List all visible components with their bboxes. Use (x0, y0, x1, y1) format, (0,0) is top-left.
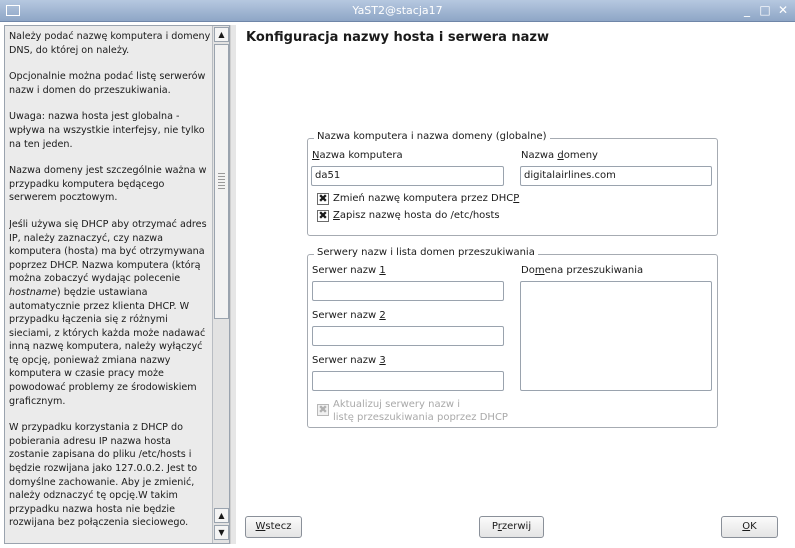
back-button[interactable]: Wstecz (245, 516, 302, 538)
scroll-down-icon[interactable]: ▼ (214, 525, 229, 540)
abort-button[interactable]: Przerwij (479, 516, 544, 538)
write-hosts-label: Zapisz nazwę hosta do /etc/hosts (333, 210, 500, 221)
update-dns-dhcp-checkbox[interactable]: ✖ (317, 404, 329, 416)
close-icon[interactable]: ✕ (776, 3, 790, 17)
maximize-icon[interactable]: □ (758, 3, 772, 17)
help-paragraph: Uwaga: nazwa hosta jest globalna - wpływ… (9, 111, 205, 150)
search-domain-label: Domena przeszukiwania (521, 265, 644, 276)
help-panel: Należy podać nazwę komputera i domeny DN… (4, 25, 230, 544)
help-paragraph-dhcp: Jeśli używa się DHCP aby otrzymać adres … (9, 218, 207, 407)
nameserver3-label: Serwer nazw 3 (312, 355, 386, 366)
grip-icon (218, 173, 225, 189)
window-title: YaST2@stacja17 (352, 4, 443, 17)
change-hostname-dhcp-checkbox[interactable]: ✖ (317, 193, 329, 205)
update-dns-dhcp-label: Aktualizuj serwery nazw i listę przeszuk… (333, 399, 508, 423)
window-titlebar[interactable]: YaST2@stacja17 _ □ ✕ (0, 0, 795, 22)
help-paragraph: W przypadku korzystania z DHCP do pobier… (9, 422, 198, 529)
hostname-input[interactable]: da51 (311, 166, 504, 186)
help-paragraph: Opcjonalnie można podać listę serwerów n… (9, 71, 206, 96)
domain-input[interactable]: digitalairlines.com (520, 166, 712, 186)
change-hostname-dhcp-label: Zmień nazwę komputera przez DHCP (333, 193, 520, 204)
search-domain-list[interactable] (520, 281, 712, 391)
panel-splitter[interactable] (230, 25, 236, 544)
help-command-hostname: hostname (9, 286, 57, 298)
scroll-thumb[interactable] (214, 44, 229, 319)
help-paragraph: Należy podać nazwę komputera i domeny DN… (9, 31, 211, 56)
domain-label: Nazwa domeny (521, 150, 598, 161)
dns-group-legend: Serwery nazw i lista domen przeszukiwani… (314, 247, 538, 258)
nameserver2-label: Serwer nazw 2 (312, 310, 386, 321)
ok-button[interactable]: OK (721, 516, 778, 538)
scroll-up-icon[interactable]: ▲ (214, 27, 229, 42)
nameserver2-input[interactable] (312, 326, 504, 346)
hostname-label: Nazwa komputera (312, 150, 403, 161)
help-text: Należy podać nazwę komputera i domeny DN… (9, 30, 211, 540)
help-paragraph: Nazwa domeny jest szczególnie ważna w pr… (9, 165, 207, 204)
nameserver1-input[interactable] (312, 281, 504, 301)
page-title: Konfiguracja nazwy hosta i serwera nazw (246, 30, 549, 45)
minimize-icon[interactable]: _ (740, 3, 754, 17)
scroll-up-icon[interactable]: ▲ (214, 508, 229, 523)
nameserver3-input[interactable] (312, 371, 504, 391)
help-scrollbar[interactable]: ▲ ▲ ▼ (212, 26, 229, 543)
nameserver1-label: Serwer nazw 1 (312, 265, 386, 276)
hostname-group-legend: Nazwa komputera i nazwa domeny (globalne… (314, 131, 550, 142)
write-hosts-checkbox[interactable]: ✖ (317, 210, 329, 222)
